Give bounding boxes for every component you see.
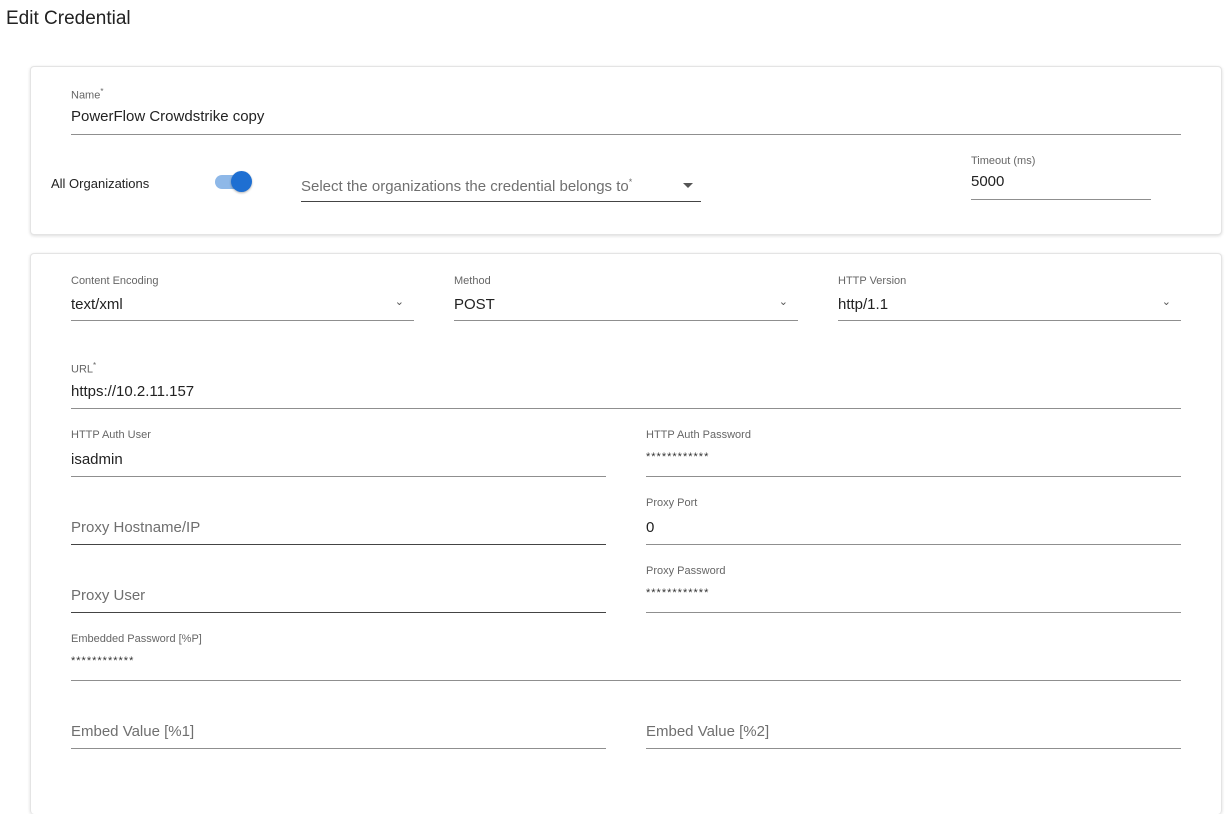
method-label: Method (454, 275, 491, 287)
http-version-label: HTTP Version (838, 275, 907, 287)
embedded-password-label: Embedded Password [%P] (71, 633, 202, 645)
http-version-select[interactable]: HTTP Version http/1.1 ⌄ (838, 275, 1181, 321)
content-encoding-label: Content Encoding (71, 275, 159, 287)
organizations-placeholder: Select the organizations the credential … (301, 177, 633, 195)
http-auth-user-field[interactable]: HTTP Auth User isadmin (71, 429, 606, 477)
caret-down-icon (683, 183, 693, 188)
proxy-password-field[interactable]: Proxy Password ************ (646, 565, 1181, 613)
embed-value-1-field[interactable]: Embed Value [%1] (71, 718, 606, 749)
name-value[interactable]: PowerFlow Crowdstrike copy (71, 108, 264, 125)
connection-settings-card: Content Encoding text/xml ⌄ Method POST … (30, 253, 1222, 814)
page-title: Edit Credential (6, 8, 131, 29)
url-field[interactable]: URL* https://10.2.11.157 (71, 361, 1181, 409)
embedded-password-value[interactable]: ************ (71, 655, 134, 667)
embed-value-2-placeholder: Embed Value [%2] (646, 723, 770, 740)
proxy-port-value[interactable]: 0 (646, 519, 654, 536)
http-version-value: http/1.1 (838, 296, 889, 313)
http-auth-password-value[interactable]: ************ (646, 451, 709, 463)
embed-value-2-field[interactable]: Embed Value [%2] (646, 718, 1181, 749)
content-encoding-select[interactable]: Content Encoding text/xml ⌄ (71, 275, 414, 321)
method-value: POST (454, 296, 495, 313)
proxy-password-label: Proxy Password (646, 565, 726, 577)
http-auth-user-label: HTTP Auth User (71, 429, 151, 441)
proxy-port-field[interactable]: Proxy Port 0 (646, 497, 1181, 545)
proxy-hostname-placeholder: Proxy Hostname/IP (71, 519, 201, 536)
proxy-port-label: Proxy Port (646, 497, 698, 509)
url-value[interactable]: https://10.2.11.157 (71, 383, 194, 400)
proxy-user-field[interactable]: Proxy User (71, 582, 606, 613)
timeout-field[interactable]: Timeout (ms) 5000 (971, 155, 1151, 200)
all-organizations-label: All Organizations (51, 176, 150, 191)
chevron-down-icon: ⌄ (394, 296, 404, 308)
name-label: Name* (71, 87, 104, 102)
http-auth-password-label: HTTP Auth Password (646, 429, 751, 441)
http-auth-user-value[interactable]: isadmin (71, 451, 123, 468)
organizations-select[interactable]: Select the organizations the credential … (301, 171, 701, 202)
proxy-password-value[interactable]: ************ (646, 587, 709, 599)
chevron-down-icon: ⌄ (778, 296, 788, 308)
http-auth-password-field[interactable]: HTTP Auth Password ************ (646, 429, 1181, 477)
timeout-label: Timeout (ms) (971, 155, 1036, 167)
method-select[interactable]: Method POST ⌄ (454, 275, 798, 321)
embed-value-1-placeholder: Embed Value [%1] (71, 723, 195, 740)
all-organizations-toggle[interactable] (215, 170, 253, 192)
timeout-value[interactable]: 5000 (971, 173, 1004, 190)
embedded-password-field[interactable]: Embedded Password [%P] ************ (71, 633, 1181, 681)
content-encoding-value: text/xml (71, 296, 123, 313)
url-label: URL* (71, 361, 97, 376)
toggle-thumb (231, 171, 252, 192)
proxy-hostname-field[interactable]: Proxy Hostname/IP (71, 514, 606, 545)
general-settings-card: Name* PowerFlow Crowdstrike copy All Org… (30, 66, 1222, 235)
chevron-down-icon: ⌄ (1161, 296, 1171, 308)
name-field[interactable]: Name* PowerFlow Crowdstrike copy (71, 87, 1181, 135)
proxy-user-placeholder: Proxy User (71, 587, 146, 604)
